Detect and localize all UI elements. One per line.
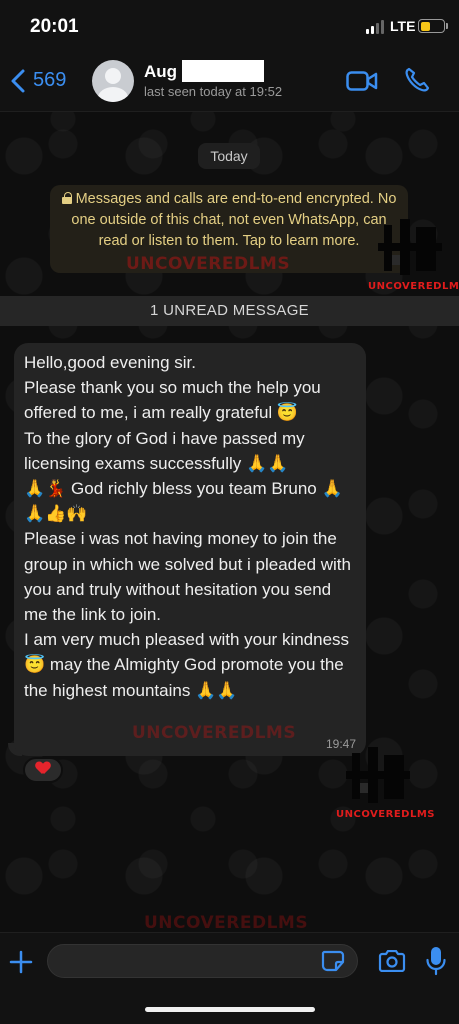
signal-icon bbox=[366, 20, 384, 34]
status-time: 20:01 bbox=[30, 16, 79, 37]
microphone-icon[interactable] bbox=[426, 946, 446, 976]
heart-reaction[interactable] bbox=[23, 757, 63, 783]
network-label: LTE bbox=[390, 18, 416, 34]
date-separator: Today bbox=[198, 143, 260, 169]
incoming-message-bubble[interactable]: Hello,good evening sir. Please thank you… bbox=[14, 343, 366, 756]
camera-icon[interactable] bbox=[378, 950, 406, 972]
battery-icon bbox=[418, 19, 445, 33]
chat-header: 569 Aug nc last seen today at 19:52 bbox=[0, 52, 459, 112]
unread-messages-banner: 1 UNREAD MESSAGE bbox=[0, 296, 459, 326]
watermark-logo-label: UNCOVEREDLMS bbox=[368, 281, 459, 292]
message-text: Hello,good evening sir. Please thank you… bbox=[24, 353, 351, 700]
battery-cap bbox=[446, 23, 448, 29]
voice-call-icon[interactable] bbox=[404, 67, 430, 93]
status-bar: 20:01 LTE bbox=[0, 0, 459, 52]
watermark-logo-label: UNCOVEREDLMS bbox=[336, 809, 435, 820]
watermark-text: UNCOVEREDLMS bbox=[144, 913, 309, 933]
watermark-logo-icon bbox=[346, 747, 410, 803]
watermark-text: UNCOVEREDLMS bbox=[132, 723, 297, 743]
contact-avatar[interactable] bbox=[92, 60, 134, 102]
name-redaction bbox=[182, 60, 264, 82]
encryption-text: Messages and calls are end-to-end encryp… bbox=[71, 191, 397, 249]
watermark-logo-icon bbox=[378, 219, 442, 275]
video-call-icon[interactable] bbox=[346, 70, 378, 92]
lock-icon bbox=[61, 192, 72, 204]
back-button-count[interactable]: 569 bbox=[33, 69, 66, 92]
heart-icon bbox=[36, 762, 50, 775]
back-chevron-icon[interactable] bbox=[8, 68, 30, 94]
last-seen-status: last seen today at 19:52 bbox=[144, 84, 283, 99]
sticker-icon[interactable] bbox=[320, 949, 346, 973]
message-input[interactable] bbox=[47, 944, 358, 978]
home-indicator bbox=[145, 1007, 315, 1012]
plus-icon[interactable] bbox=[8, 949, 34, 975]
watermark-text: UNCOVEREDLMS bbox=[126, 254, 291, 274]
